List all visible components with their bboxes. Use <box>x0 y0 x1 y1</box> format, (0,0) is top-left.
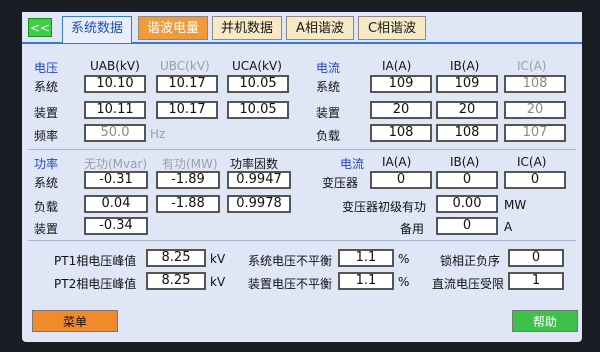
frequency-unit: Hz <box>150 127 166 141</box>
device-voltage-unbalance-unit: % <box>398 275 410 289</box>
separator <box>28 240 576 241</box>
voltage-header-uab: UAB(kV) <box>90 59 140 73</box>
current-header-ic: IC(A) <box>517 59 547 73</box>
power-system-reactive: -0.31 <box>84 171 148 189</box>
current-row-load-label: 负载 <box>316 129 341 143</box>
tab-c-phase-harmonic[interactable]: C相谐波 <box>358 16 426 40</box>
transformer-row-label: 变压器 <box>322 176 359 190</box>
spare-unit: A <box>504 220 513 234</box>
menu-button[interactable]: 菜单 <box>32 310 118 332</box>
tab-system-data[interactable]: 系统数据 <box>62 16 132 43</box>
current-device-ib: 20 <box>436 101 498 119</box>
device-voltage-unbalance-value: 1.1 <box>338 272 394 290</box>
voltage-header-uca: UCA(kV) <box>232 59 282 73</box>
power-load-pf: 0.9978 <box>227 195 291 213</box>
voltage-device-uab: 10.11 <box>84 101 146 119</box>
pt2-label: PT2相电压峰值 <box>54 277 137 291</box>
transformer-header-ib: IB(A) <box>450 155 480 169</box>
current-section-label: 电流 <box>316 61 341 75</box>
current-row-system-label: 系统 <box>316 80 341 94</box>
power-system-pf: 0.9947 <box>227 171 291 189</box>
transformer-primary-power-unit: MW <box>504 198 527 212</box>
transformer-section-label: 电流 <box>340 157 365 171</box>
transformer-header-ia: IA(A) <box>382 155 412 169</box>
spare-label: 备用 <box>400 222 425 236</box>
frequency-label: 频率 <box>34 129 59 143</box>
help-button[interactable]: 帮助 <box>512 310 578 332</box>
power-load-reactive: 0.04 <box>84 195 148 213</box>
voltage-device-ubc: 10.17 <box>156 101 218 119</box>
current-header-ia: IA(A) <box>382 59 412 73</box>
current-device-ia: 20 <box>370 101 432 119</box>
system-voltage-unbalance-label: 系统电压不平衡 <box>248 254 333 268</box>
tab-bar: << 系统数据 谐波电量 并机数据 A相谐波 C相谐波 <box>22 12 582 44</box>
pt2-unit: kV <box>210 275 226 289</box>
power-header-reactive: 无功(Mvar) <box>84 157 148 171</box>
transformer-primary-power-value: 0.00 <box>436 195 498 213</box>
phase-lock-sequence-label: 锁相正负序 <box>440 254 501 268</box>
current-load-ib: 108 <box>436 124 498 142</box>
back-button[interactable]: << <box>28 18 52 37</box>
dc-voltage-limit-label: 直流电压受限 <box>432 277 505 291</box>
current-load-ia: 108 <box>370 124 432 142</box>
current-system-ic: 108 <box>504 75 566 93</box>
power-row-load-label: 负载 <box>34 200 59 214</box>
tab-harmonic-power[interactable]: 谐波电量 <box>138 16 208 40</box>
power-device-reactive: -0.34 <box>84 217 148 235</box>
transformer-ia: 0 <box>370 171 432 189</box>
power-header-active: 有功(MW) <box>162 157 218 171</box>
frequency-value: 50.0 <box>84 124 146 142</box>
current-row-device-label: 装置 <box>316 106 341 120</box>
dc-voltage-limit-value: 1 <box>508 272 564 290</box>
pt1-unit: kV <box>210 252 226 266</box>
system-voltage-unbalance-unit: % <box>398 252 410 266</box>
power-row-system-label: 系统 <box>34 176 59 190</box>
voltage-header-ubc: UBC(kV) <box>160 59 210 73</box>
voltage-section-label: 电压 <box>34 61 59 75</box>
voltage-system-uab: 10.10 <box>84 75 146 93</box>
current-system-ib: 109 <box>436 75 498 93</box>
transformer-header-ic: IC(A) <box>517 155 547 169</box>
voltage-system-ubc: 10.17 <box>156 75 218 93</box>
transformer-ib: 0 <box>436 171 498 189</box>
pt2-value: 8.25 <box>146 272 206 290</box>
tab-a-phase-harmonic[interactable]: A相谐波 <box>286 16 354 40</box>
current-load-ic: 107 <box>504 124 566 142</box>
transformer-ic: 0 <box>504 171 566 189</box>
system-voltage-unbalance-value: 1.1 <box>338 249 394 267</box>
device-voltage-unbalance-label: 装置电压不平衡 <box>248 277 333 291</box>
spare-value: 0 <box>436 217 498 235</box>
phase-lock-sequence-value: 0 <box>508 249 564 267</box>
power-row-device-label: 装置 <box>34 222 59 236</box>
power-section-label: 功率 <box>34 157 59 171</box>
hmi-screen: << 系统数据 谐波电量 并机数据 A相谐波 C相谐波 电压 UAB(kV) U… <box>22 12 582 342</box>
pt1-label: PT1相电压峰值 <box>54 254 137 268</box>
current-header-ib: IB(A) <box>450 59 480 73</box>
voltage-system-uca: 10.05 <box>227 75 289 93</box>
voltage-device-uca: 10.05 <box>227 101 289 119</box>
transformer-primary-power-label: 变压器初级有功 <box>342 200 427 214</box>
power-system-active: -1.89 <box>156 171 220 189</box>
power-header-pf: 功率因数 <box>230 157 279 171</box>
pt1-value: 8.25 <box>146 249 206 267</box>
voltage-row-device-label: 装置 <box>34 106 59 120</box>
current-system-ia: 109 <box>370 75 432 93</box>
power-load-active: -1.88 <box>156 195 220 213</box>
voltage-row-system-label: 系统 <box>34 80 59 94</box>
current-device-ic: 20 <box>504 101 566 119</box>
tab-parallel-data[interactable]: 并机数据 <box>212 16 282 40</box>
separator <box>28 149 576 150</box>
